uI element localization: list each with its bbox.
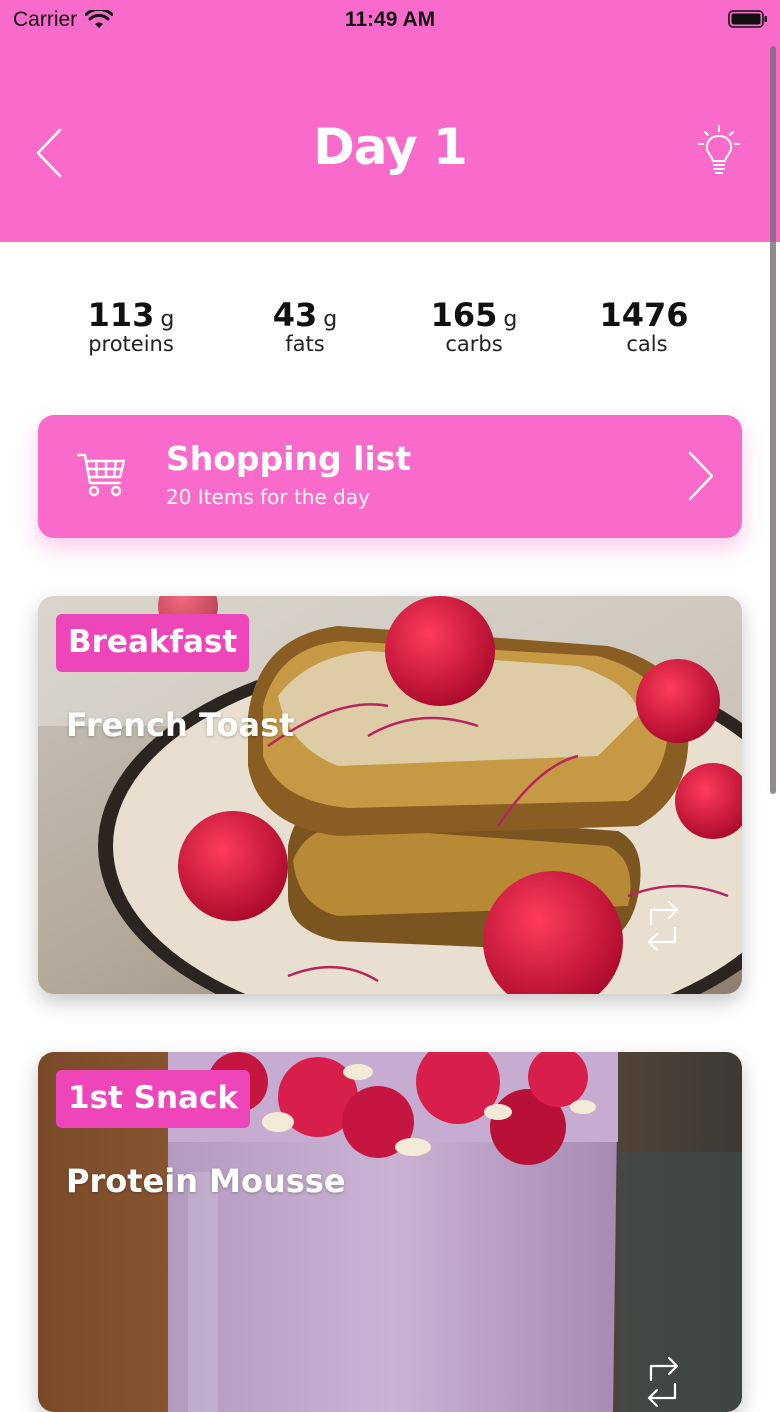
page-title: Day 1 [313,118,468,176]
swap-icon[interactable] [643,898,683,954]
shopping-list-button[interactable]: Shopping list 20 Items for the day [38,415,742,538]
macro-value: 165 [430,296,498,334]
shopping-list-subtitle: 20 Items for the day [166,485,370,509]
macro-value: 113 [87,296,155,334]
scrollbar[interactable] [770,46,776,794]
meal-name: Protein Mousse [66,1162,346,1200]
meal-card-breakfast[interactable]: Breakfast French Toast [38,596,742,994]
macro-unit: g [160,307,175,332]
meal-card-snack[interactable]: 1st Snack Protein Mousse [38,1052,742,1412]
meal-name: French Toast [66,706,295,744]
shopping-cart-icon [76,453,126,497]
macro-value: 1476 [599,296,689,334]
macro-fats: 43 g fats [225,296,385,356]
macros-summary: 113 g proteins 43 g fats 165 g carbs 1476 c… [0,296,780,366]
macro-label: carbs [445,332,503,356]
meal-tag: Breakfast [56,614,250,672]
lightbulb-icon[interactable] [696,124,742,176]
macro-unit: g [503,307,518,332]
macro-label: cals [626,332,668,356]
swap-icon[interactable] [643,1354,683,1410]
meal-tag: 1st Snack [56,1070,250,1128]
macro-unit: g [323,307,338,332]
shopping-list-title: Shopping list [166,439,412,478]
macro-proteins: 113 g proteins [51,296,211,356]
macro-carbs: 165 g carbs [394,296,554,356]
header: Day 1 [0,40,780,242]
macro-cals: 1476 cals [567,296,727,356]
battery-icon [728,10,767,28]
status-bar: Carrier 11:49 AM [0,0,780,40]
chevron-right-icon [688,451,714,501]
macro-value: 43 [272,296,318,334]
macro-label: proteins [88,332,174,356]
status-time: 11:49 AM [344,8,436,31]
macro-label: fats [285,332,325,356]
